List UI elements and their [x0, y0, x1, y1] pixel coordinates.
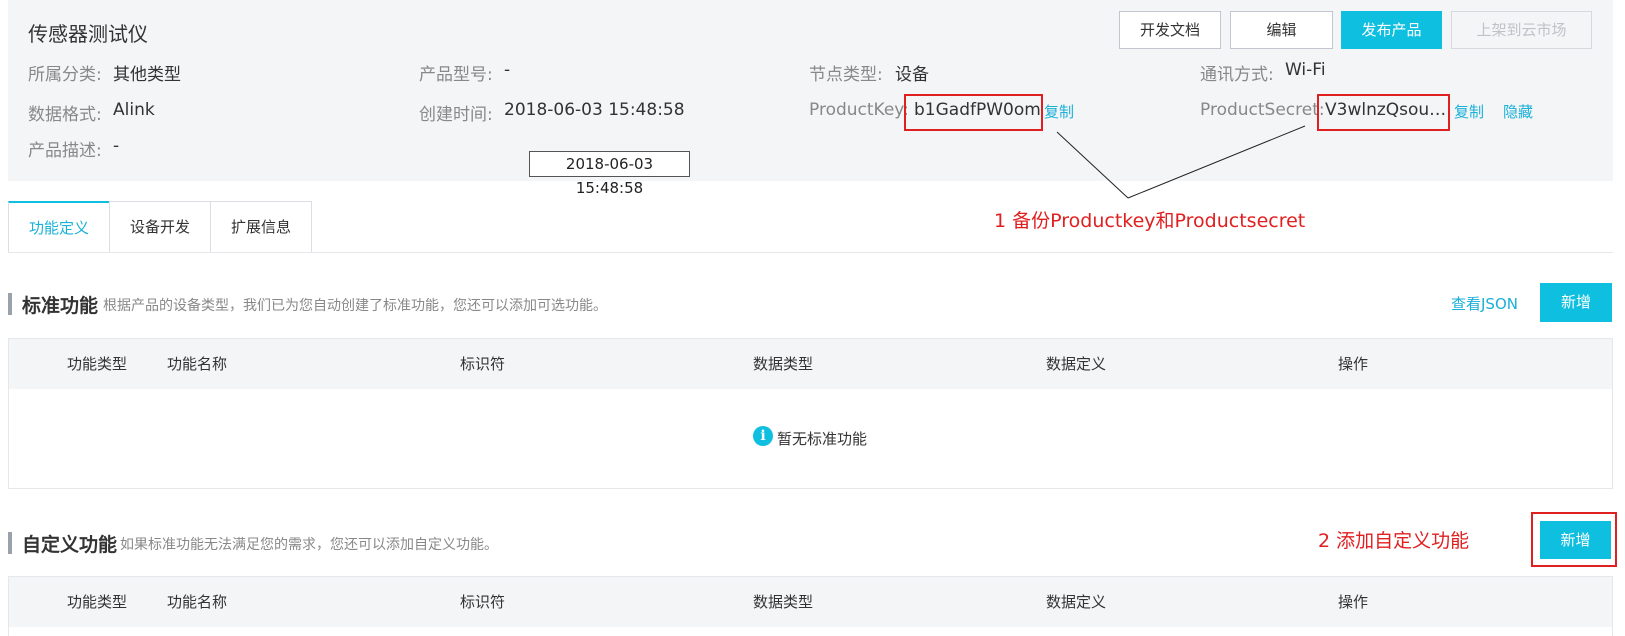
tab-divider: [8, 252, 1613, 253]
column-function-type: 功能类型: [67, 355, 128, 373]
standard-function-table: 功能类型 功能名称 标识符 数据类型 数据定义 操作 i 暂无标准功能: [8, 338, 1613, 489]
tab-function-definition[interactable]: 功能定义: [8, 201, 110, 253]
custom-section-marker: [8, 532, 12, 554]
column-actions: 操作: [1338, 355, 1369, 373]
column-identifier: 标识符: [460, 593, 506, 611]
custom-section-description: 如果标准功能无法满足您的需求，您还可以添加自定义功能。: [120, 537, 498, 553]
empty-state-text: 暂无标准功能: [777, 430, 868, 448]
standard-section-description: 根据产品的设备类型，我们已为您自动创建了标准功能，您还可以添加可选功能。: [103, 298, 607, 314]
view-json-link[interactable]: 查看JSON: [1451, 293, 1518, 314]
custom-section-title: 自定义功能: [22, 534, 118, 556]
tab-extended-info[interactable]: 扩展信息: [210, 201, 312, 253]
info-icon: i: [753, 426, 773, 446]
standard-table-header: 功能类型 功能名称 标识符 数据类型 数据定义 操作: [9, 339, 1612, 389]
column-function-name: 功能名称: [167, 593, 228, 611]
standard-section-marker: [8, 293, 12, 315]
column-data-type: 数据类型: [753, 593, 814, 611]
annotation-step-2: 2 添加自定义功能: [1318, 530, 1470, 552]
column-function-type: 功能类型: [67, 593, 128, 611]
column-function-name: 功能名称: [167, 355, 228, 373]
custom-function-table: 功能类型 功能名称 标识符 数据类型 数据定义 操作: [8, 576, 1613, 636]
tab-device-development[interactable]: 设备开发: [109, 201, 211, 253]
annotation-step-1: 1 备份Productkey和Productsecret: [994, 210, 1306, 232]
column-data-definition: 数据定义: [1046, 593, 1107, 611]
standard-add-button[interactable]: 新增: [1540, 283, 1612, 322]
column-data-definition: 数据定义: [1046, 355, 1107, 373]
custom-add-button[interactable]: 新增: [1540, 521, 1611, 559]
column-identifier: 标识符: [460, 355, 506, 373]
standard-section-title: 标准功能: [22, 295, 99, 317]
custom-table-header: 功能类型 功能名称 标识符 数据类型 数据定义 操作: [9, 577, 1612, 627]
column-actions: 操作: [1338, 593, 1369, 611]
column-data-type: 数据类型: [753, 355, 814, 373]
